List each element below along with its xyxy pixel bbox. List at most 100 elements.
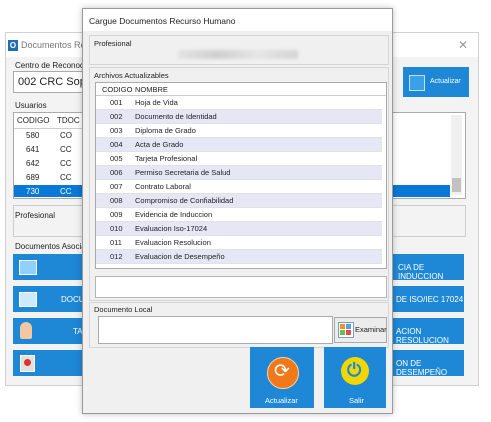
cargue-dialog: Cargue Documentos Recurso Humano Profesi…	[82, 8, 393, 414]
row-nombre: Diploma de Grado	[135, 126, 196, 135]
table-row[interactable]: 689 CC	[14, 171, 86, 184]
row-nombre: Permiso Secretaria de Salud	[135, 168, 231, 177]
dialog-profesional-label: Profesional	[94, 39, 132, 48]
row-codigo: 007	[110, 182, 123, 191]
bg-actualizar-label: Actualizar	[430, 78, 461, 85]
doc-button-1-right[interactable]: CIA DE INDUCCION	[392, 254, 464, 281]
table-row[interactable]: 641 CC	[14, 143, 86, 156]
actualizar-button[interactable]: ⟳ Actualizar	[250, 347, 314, 408]
row-nombre: Evidencia de Induccion	[135, 210, 213, 219]
usuarios-col-codigo: CODIGO	[17, 116, 50, 125]
table-row[interactable]: 003 Diploma de Grado	[96, 124, 382, 138]
dialog-title-bar: Cargue Documentos Recurso Humano	[83, 9, 392, 31]
row-codigo: 006	[110, 168, 123, 177]
browse-icon-tile-2	[346, 324, 351, 329]
browse-icon-tile-3	[340, 330, 345, 335]
table-row[interactable]: 008 Compromiso de Confiabilidad	[96, 194, 382, 208]
usuarios-grid[interactable]: CODIGO TDOC 580 CO 641 CC 642 CC 689 CC …	[13, 112, 87, 199]
dialog-title: Cargue Documentos Recurso Humano	[89, 16, 236, 26]
usuario-tdoc: CC	[60, 145, 72, 154]
row-nombre: Acta de Grado	[135, 140, 184, 149]
actualizar-label: Actualizar	[265, 396, 298, 405]
table-row[interactable]: 002 Documento de Identidad	[96, 110, 382, 124]
row-codigo: 010	[110, 224, 123, 233]
table-row[interactable]: 012 Evaluacion de Desempeño	[96, 250, 382, 264]
refresh-arrow-glyph: ⟳	[274, 361, 290, 382]
table-row[interactable]: 005 Tarjeta Profesional	[96, 152, 382, 166]
usuario-codigo: 580	[26, 131, 40, 140]
row-codigo: 005	[110, 154, 123, 163]
row-nombre: Contrato Laboral	[135, 182, 191, 191]
table-row[interactable]: 001 Hoja de Vida	[96, 96, 382, 110]
row-codigo: 012	[110, 252, 123, 261]
doc-button-4[interactable]	[13, 350, 85, 376]
profesional-section: Profesional	[89, 35, 389, 65]
app-icon: O	[8, 40, 18, 51]
centro-combo[interactable]: 002 CRC Sop	[13, 71, 87, 93]
table-row[interactable]: 006 Permiso Secretaria de Salud	[96, 166, 382, 180]
row-nombre: Evaluacion Iso-17024	[135, 224, 208, 233]
person-icon	[20, 322, 32, 339]
selected-row-highlight	[393, 185, 450, 197]
usuario-codigo: 730	[26, 187, 40, 196]
power-icon: ⏻	[341, 357, 369, 385]
browse-icon-tile-4	[346, 330, 351, 335]
archivos-rows: 001 Hoja de Vida 002 Documento de Identida…	[96, 96, 386, 268]
scrollbar[interactable]	[451, 115, 462, 195]
doc-button-4-right[interactable]: ON DE DESEMPEÑO	[392, 350, 464, 377]
usuarios-col-tdoc: TDOC	[57, 116, 80, 125]
row-nombre: Tarjeta Profesional	[135, 154, 198, 163]
profesional-box-right	[392, 205, 466, 237]
doc-button-3-label: ACION RESOLUCION	[396, 327, 449, 345]
table-row[interactable]: 007 Contrato Laboral	[96, 180, 382, 194]
table-row-selected[interactable]: 730 CC	[14, 185, 86, 197]
table-row[interactable]: 580 CO	[14, 129, 86, 142]
examinar-button[interactable]: Examinar	[334, 317, 387, 343]
seal-icon	[24, 359, 31, 366]
usuario-tdoc: CC	[60, 173, 72, 182]
id-card-icon	[19, 260, 37, 275]
table-row[interactable]: 009 Evidencia de Induccion	[96, 208, 382, 222]
browse-icon	[338, 322, 354, 338]
scrollbar-thumb[interactable]	[452, 178, 461, 192]
usuario-codigo: 641	[26, 145, 40, 154]
doc-button-2[interactable]: DOCU	[13, 286, 85, 312]
row-nombre: Hoja de Vida	[135, 98, 178, 107]
centro-label: Centro de Reconocim	[15, 61, 93, 70]
row-codigo: 001	[110, 98, 123, 107]
table-row[interactable]: 010 Evaluacion Iso-17024	[96, 222, 382, 236]
row-nombre: Evaluacion de Desempeño	[135, 252, 225, 261]
documento-local-section: Documento Local Examinar	[89, 302, 389, 348]
doc-button-2-right[interactable]: DE ISO/IEC 17024	[392, 286, 464, 312]
archivos-section: Archivos Actualizables CODIGO NOMBRE 001…	[89, 67, 389, 301]
usuario-tdoc: CO	[60, 131, 72, 140]
status-field	[95, 276, 387, 298]
examinar-label: Examinar	[355, 325, 387, 334]
table-row[interactable]: 004 Acta de Grado	[96, 138, 382, 152]
row-nombre: Documento de Identidad	[135, 112, 217, 121]
row-codigo: 011	[110, 238, 122, 247]
usuario-codigo: 642	[26, 159, 40, 168]
usuarios-grid-right[interactable]	[392, 112, 466, 199]
profesional-box	[13, 205, 87, 237]
certificate-icon	[20, 355, 35, 372]
table-row[interactable]: 642 CC	[14, 157, 86, 170]
row-codigo: 009	[110, 210, 123, 219]
archivos-grid[interactable]: CODIGO NOMBRE 001 Hoja de Vida 002 Documen…	[95, 82, 387, 269]
power-glyph: ⏻	[347, 360, 362, 380]
documento-local-input[interactable]	[98, 316, 333, 344]
table-row[interactable]: 011 Evaluacion Resolucion	[96, 236, 382, 250]
row-nombre: Evaluacion Resolucion	[135, 238, 211, 247]
document-icon	[19, 292, 37, 307]
doc-button-1-label: CIA DE INDUCCION	[398, 263, 444, 281]
salir-button[interactable]: ⏻ Salir	[324, 347, 386, 408]
doc-button-3-right[interactable]: ACION RESOLUCION	[392, 318, 464, 345]
doc-button-1[interactable]	[13, 254, 85, 280]
bg-actualizar-button[interactable]: Actualizar	[403, 67, 469, 97]
row-nombre: Compromiso de Confiabilidad	[135, 196, 234, 205]
close-icon[interactable]: ✕	[458, 38, 468, 52]
centro-value: 002 CRC Sop	[18, 76, 86, 88]
row-codigo: 002	[110, 112, 123, 121]
doc-button-3[interactable]: TA	[13, 318, 85, 344]
archivos-label: Archivos Actualizables	[94, 71, 169, 80]
